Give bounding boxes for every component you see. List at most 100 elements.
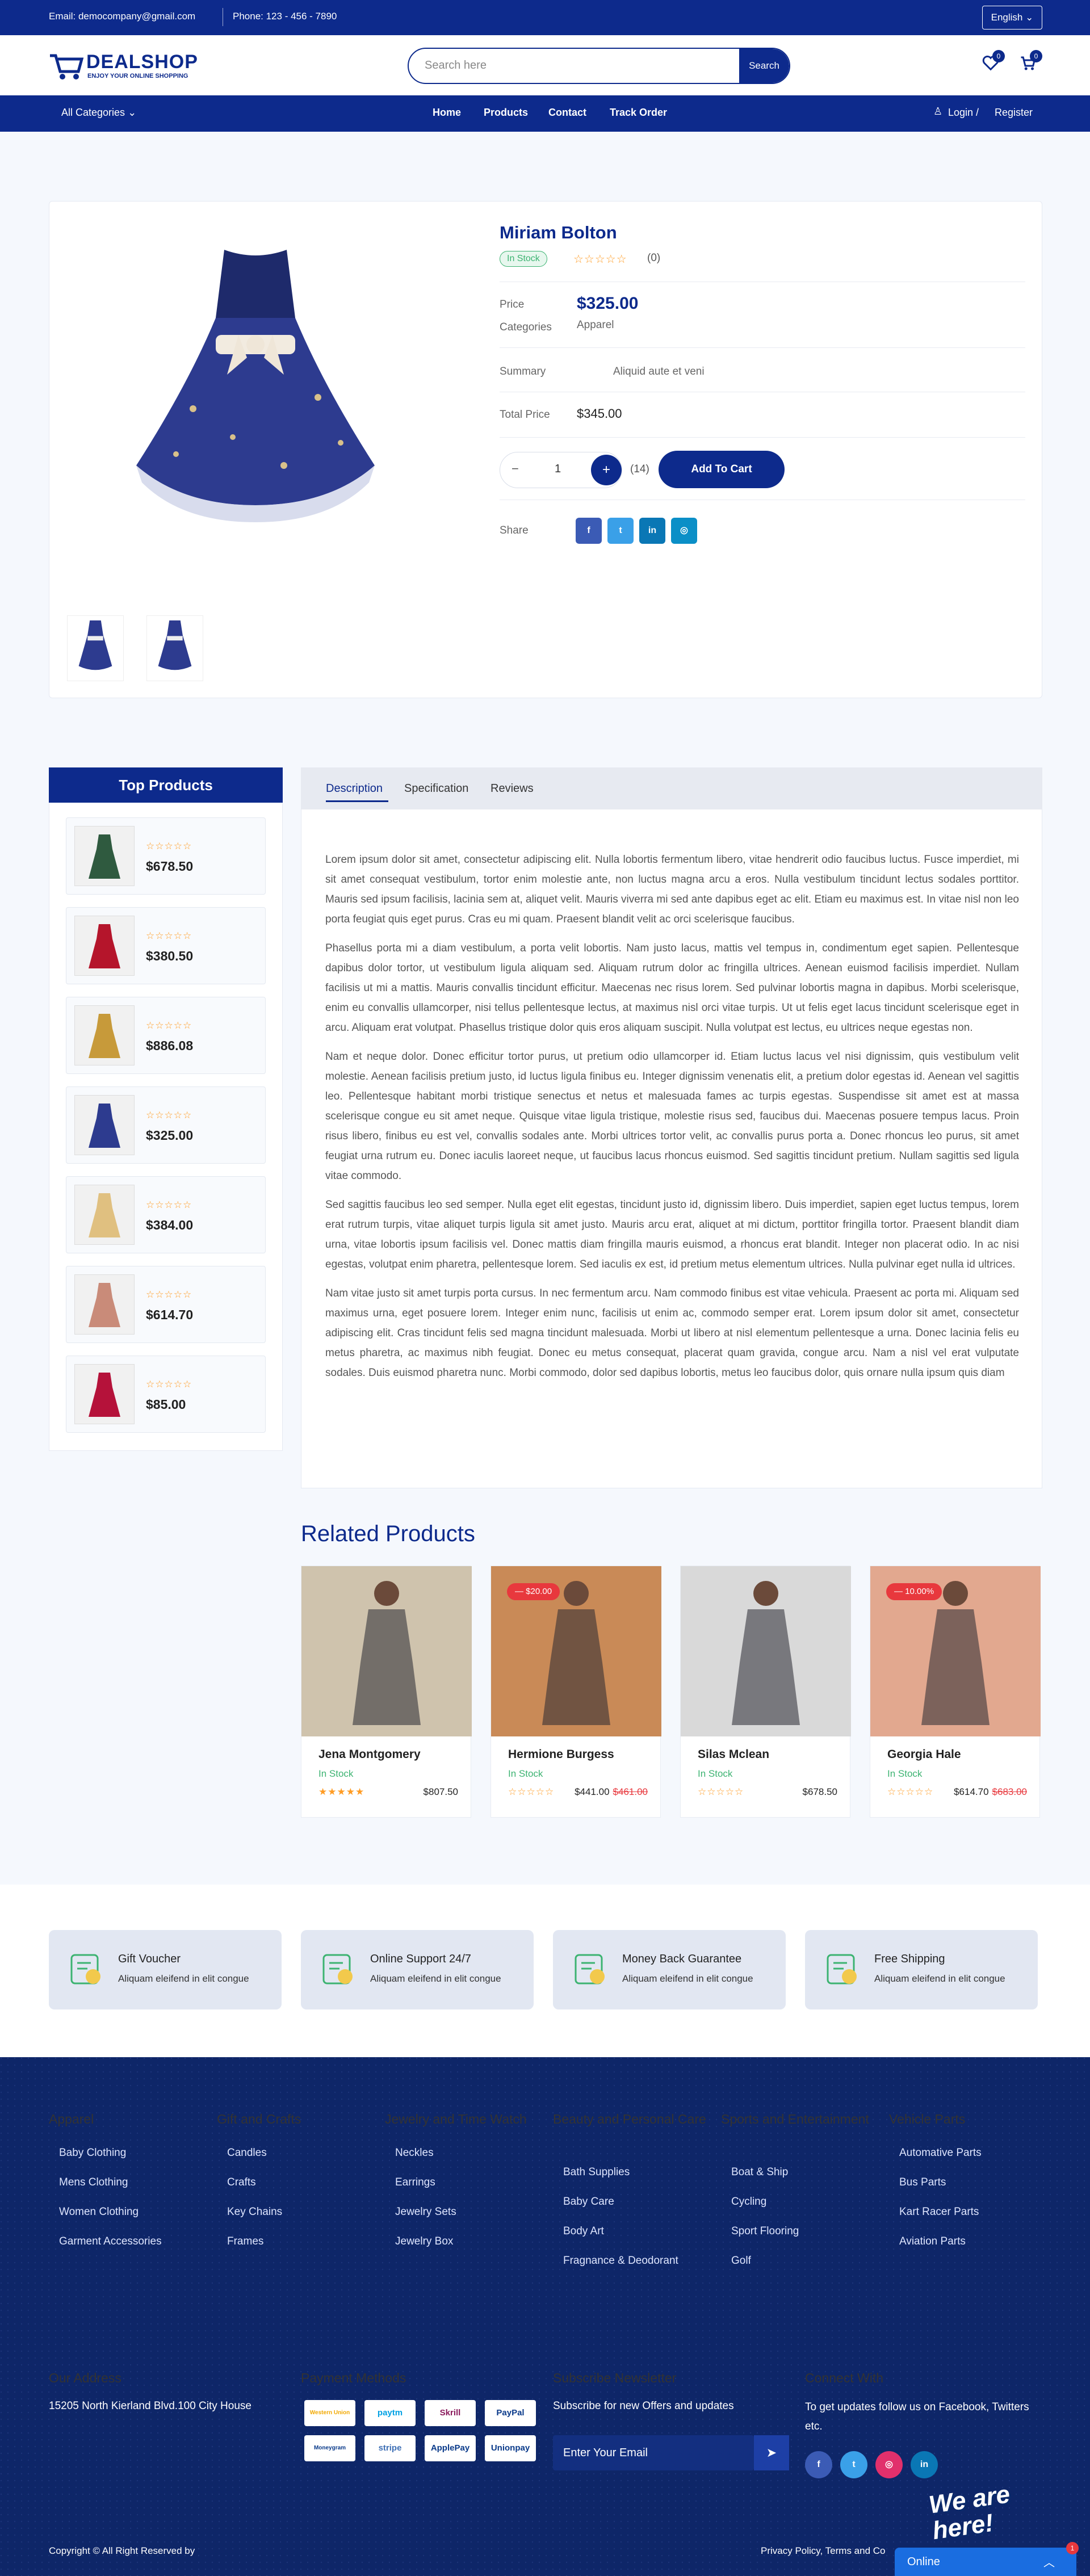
footer-link[interactable]: Cycling xyxy=(731,2196,766,2208)
top-product-image[interactable] xyxy=(74,1005,135,1065)
footer-link[interactable]: Neckles xyxy=(395,2147,434,2159)
send-icon[interactable]: ➤ xyxy=(754,2435,789,2470)
related-product-name[interactable]: Georgia Hale xyxy=(887,1748,961,1761)
star-rating: ☆☆☆☆☆ xyxy=(146,1289,192,1300)
free-shipping-icon xyxy=(822,1949,862,1989)
privacy-links[interactable]: Privacy Policy, Terms and Co xyxy=(761,2545,886,2557)
top-product-price: $85.00 xyxy=(146,1397,186,1412)
related-product-card[interactable]: Jena Montgomery In Stock ★★★★★ $807.50 xyxy=(301,1566,472,1818)
top-product-item[interactable]: ☆☆☆☆☆ $614.70 xyxy=(66,1266,266,1343)
footer-link[interactable]: Candles xyxy=(227,2147,267,2159)
related-product-name[interactable]: Silas Mclean xyxy=(698,1748,769,1761)
related-product-name[interactable]: Hermione Burgess xyxy=(508,1748,614,1761)
login-link[interactable]: Login / xyxy=(948,107,979,119)
top-product-image[interactable] xyxy=(74,826,135,886)
add-to-cart-button[interactable]: Add To Cart xyxy=(659,451,785,488)
language-select[interactable]: English ⌄ xyxy=(982,6,1042,30)
top-product-image[interactable] xyxy=(74,1095,135,1155)
logo-tagline: ENJOY YOUR ONLINE SHOPPING xyxy=(87,73,188,79)
footer-link[interactable]: Sport Flooring xyxy=(731,2225,799,2238)
top-product-item[interactable]: ☆☆☆☆☆ $886.08 xyxy=(66,997,266,1074)
top-product-image[interactable] xyxy=(74,1364,135,1424)
minus-button[interactable]: − xyxy=(512,462,519,476)
footer-link[interactable]: Frames xyxy=(227,2235,263,2248)
footer-link[interactable]: Body Art xyxy=(563,2225,604,2238)
cart-button[interactable]: 0 xyxy=(1020,50,1042,74)
twitter-icon[interactable]: t xyxy=(840,2451,867,2478)
chat-widget[interactable]: Online ︿ xyxy=(895,2548,1076,2576)
tab-specification[interactable]: Specification xyxy=(404,782,468,795)
top-product-item[interactable]: ☆☆☆☆☆ $325.00 xyxy=(66,1086,266,1164)
top-product-item[interactable]: ☆☆☆☆☆ $85.00 xyxy=(66,1356,266,1433)
top-product-image[interactable] xyxy=(74,1274,135,1335)
register-link[interactable]: Register xyxy=(995,107,1033,119)
related-product-card[interactable]: — $20.00 Hermione Burgess In Stock ☆☆☆☆☆ $44… xyxy=(491,1566,661,1818)
facebook-icon[interactable]: f xyxy=(805,2451,832,2478)
footer-link[interactable]: Automative Parts xyxy=(899,2147,982,2159)
linkedin-share-icon[interactable]: in xyxy=(639,518,665,544)
top-product-item[interactable]: ☆☆☆☆☆ $678.50 xyxy=(66,817,266,895)
top-product-item[interactable]: ☆☆☆☆☆ $380.50 xyxy=(66,907,266,984)
footer-link[interactable]: Mens Clothing xyxy=(59,2176,128,2189)
description-paragraph: Lorem ipsum dolor sit amet, consectetur … xyxy=(325,854,1019,925)
twitter-share-icon[interactable]: t xyxy=(607,518,634,544)
nav-track-order[interactable]: Track Order xyxy=(610,107,667,119)
instagram-icon[interactable]: ◎ xyxy=(875,2451,903,2478)
footer-link[interactable]: Earrings xyxy=(395,2176,435,2189)
nav-products[interactable]: Products xyxy=(484,107,528,119)
product-main-image[interactable] xyxy=(102,238,409,579)
top-product-image[interactable] xyxy=(74,916,135,976)
footer-link[interactable]: Women Clothing xyxy=(59,2206,139,2218)
top-product-price: $380.50 xyxy=(146,949,194,963)
footer-link[interactable]: Garment Accessories xyxy=(59,2235,162,2248)
footer-link[interactable]: Fragnance & Deodorant xyxy=(563,2255,678,2267)
tab-reviews[interactable]: Reviews xyxy=(491,782,534,795)
feature-title: Gift Voucher xyxy=(118,1953,181,1965)
footer-link[interactable]: Jewelry Box xyxy=(395,2235,453,2248)
footer-link[interactable]: Bath Supplies xyxy=(563,2166,630,2179)
related-product-image[interactable] xyxy=(681,1566,851,1736)
description-text: Lorem ipsum dolor sit amet, consectetur … xyxy=(325,850,1019,1392)
footer-link[interactable]: Baby Care xyxy=(563,2196,614,2208)
related-product-card[interactable]: — 10.00% Georgia Hale In Stock ☆☆☆☆☆ $614.70… xyxy=(870,1566,1041,1818)
related-product-name[interactable]: Jena Montgomery xyxy=(318,1748,421,1761)
tab-description[interactable]: Description xyxy=(326,782,383,795)
search-button[interactable]: Search xyxy=(739,49,789,83)
related-product-card[interactable]: Silas Mclean In Stock ☆☆☆☆☆ $678.50 xyxy=(680,1566,851,1818)
top-product-image[interactable] xyxy=(74,1185,135,1245)
product-category[interactable]: Apparel xyxy=(577,319,614,332)
newsletter-email-input[interactable]: Enter Your Email xyxy=(553,2435,754,2470)
search-input[interactable]: Search here xyxy=(425,59,487,72)
top-product-price: $614.70 xyxy=(146,1307,194,1322)
footer-link[interactable]: Bus Parts xyxy=(899,2176,946,2189)
messenger-share-icon[interactable]: ◎ xyxy=(671,518,697,544)
quantity-value[interactable]: 1 xyxy=(555,463,561,476)
footer-link[interactable]: Baby Clothing xyxy=(59,2147,126,2159)
footer-link[interactable]: Golf xyxy=(731,2255,751,2267)
nav-contact[interactable]: Contact xyxy=(548,107,586,119)
top-product-item[interactable]: ☆☆☆☆☆ $384.00 xyxy=(66,1176,266,1253)
dress-image xyxy=(136,250,375,522)
product-name: Miriam Bolton xyxy=(500,223,617,242)
star-rating: ☆☆☆☆☆ xyxy=(698,1786,744,1797)
footer-link[interactable]: Jewelry Sets xyxy=(395,2206,456,2218)
star-rating: ★★★★★ xyxy=(318,1786,365,1797)
footer-link[interactable]: Kart Racer Parts xyxy=(899,2206,979,2218)
related-product-image[interactable] xyxy=(301,1566,472,1736)
thumbnail-2[interactable] xyxy=(146,615,203,681)
all-categories-menu[interactable]: All Categories ⌄ xyxy=(61,107,136,119)
discount-badge: — $20.00 xyxy=(507,1583,560,1600)
contact-phone: Phone: 123 - 456 - 7890 xyxy=(233,11,337,22)
footer-link[interactable]: Key Chains xyxy=(227,2206,282,2218)
linkedin-icon[interactable]: in xyxy=(911,2451,938,2478)
logo[interactable]: DEALSHOP ENJOY YOUR ONLINE SHOPPING xyxy=(49,50,202,84)
footer-link[interactable]: Aviation Parts xyxy=(899,2235,966,2248)
star-rating: ☆☆☆☆☆ xyxy=(887,1786,934,1797)
facebook-share-icon[interactable]: f xyxy=(576,518,602,544)
footer-link[interactable]: Boat & Ship xyxy=(731,2166,788,2179)
nav-home[interactable]: Home xyxy=(433,107,461,119)
wishlist-button[interactable]: 0 xyxy=(982,50,1005,74)
footer-link[interactable]: Crafts xyxy=(227,2176,256,2189)
thumbnail-1[interactable] xyxy=(67,615,124,681)
plus-button[interactable]: + xyxy=(591,455,622,485)
